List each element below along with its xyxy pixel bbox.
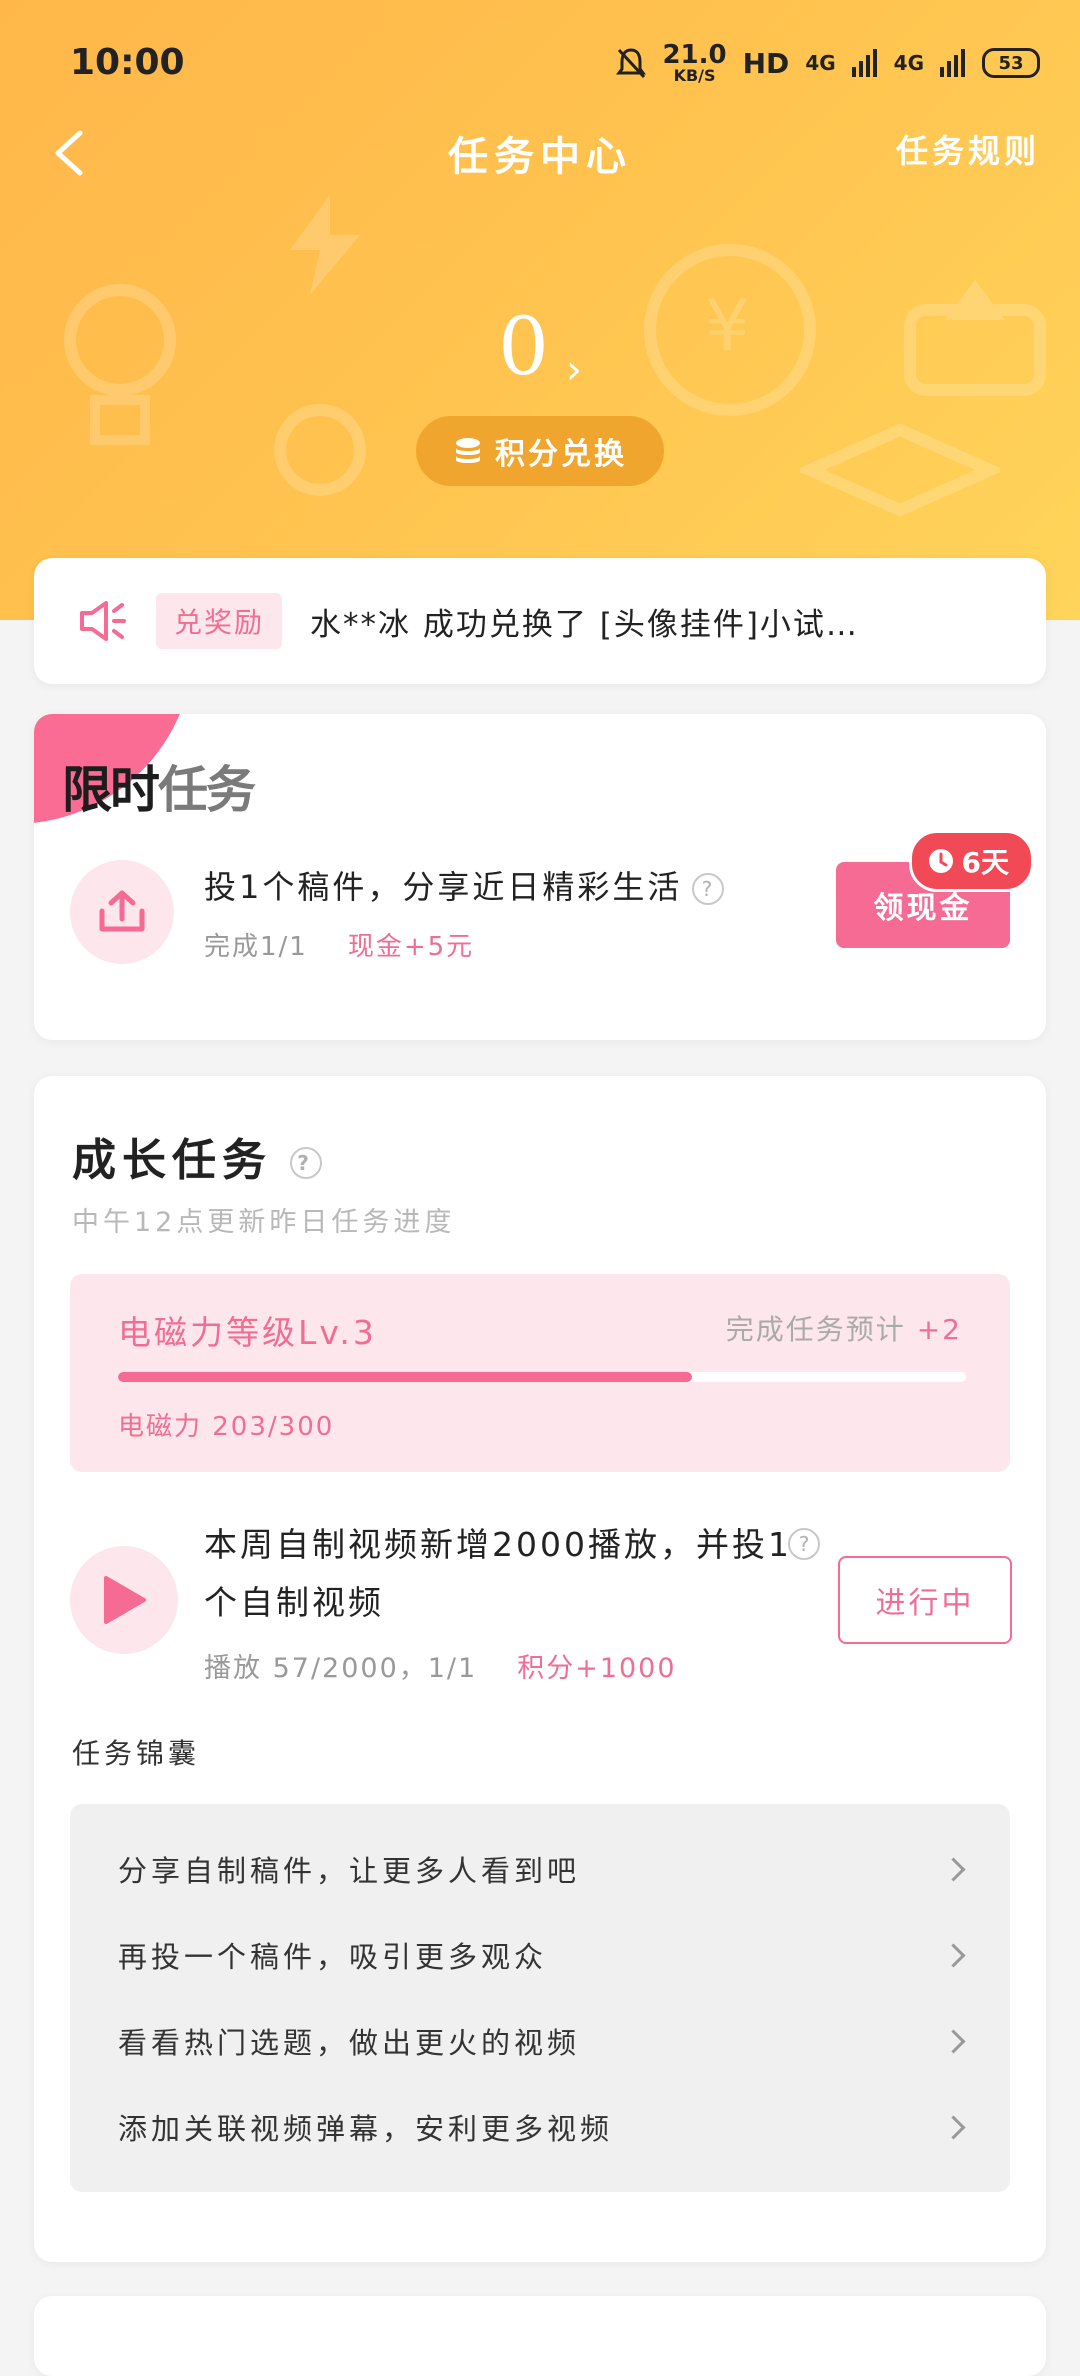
speaker-icon	[80, 601, 126, 641]
network-4g-2: 4G	[893, 51, 924, 75]
points-exchange-button[interactable]: 积分兑换	[416, 416, 664, 486]
days-remaining-badge: 6天	[908, 830, 1034, 892]
status-icons: 21.0 KB/S HD 4G 4G 53	[616, 42, 1040, 84]
clock-icon	[928, 849, 953, 873]
speed-value: 21.0	[662, 40, 727, 70]
tip-text: 添加关联视频弹幕，安利更多视频	[118, 2112, 614, 2146]
growth-task-progress: 播放 57/2000，1/1	[204, 1653, 478, 1684]
tip-item[interactable]: 再投一个稿件，吸引更多观众	[118, 1912, 966, 1998]
level-progress-bar	[118, 1372, 966, 1382]
play-task-icon	[70, 1546, 178, 1654]
estimate-label: 完成任务预计	[725, 1313, 906, 1346]
limited-title: 限时任务	[62, 750, 256, 822]
growth-task-meta: 播放 57/2000，1/1 积分+1000	[204, 1646, 677, 1685]
next-card-partial	[34, 2296, 1046, 2376]
nav-bar: 任务中心 任务规则	[0, 110, 1080, 200]
upload-task-icon	[70, 860, 174, 964]
graduation-cap-icon	[800, 423, 1000, 517]
play-icon	[104, 1576, 146, 1624]
days-text: 6天	[961, 846, 1009, 879]
notice-tag: 兑奖励	[156, 593, 283, 649]
signal-icon-2	[940, 49, 965, 77]
mute-bell-icon	[616, 48, 647, 79]
help-icon[interactable]: ?	[788, 1528, 820, 1560]
growth-task-reward: 积分+1000	[517, 1653, 677, 1684]
limited-task-progress: 完成1/1	[204, 932, 308, 962]
level-label: 电磁力等级Lv.3	[118, 1313, 377, 1352]
lightning-icon	[290, 195, 360, 295]
level-progress-fill	[118, 1372, 693, 1382]
limited-task-title-text: 投1个稿件，分享近日精彩生活	[204, 868, 683, 906]
limited-task-reward: 现金+5元	[347, 932, 475, 962]
tip-item[interactable]: 分享自制稿件，让更多人看到吧	[118, 1826, 966, 1912]
exchange-label: 积分兑换	[495, 437, 627, 472]
tip-item[interactable]: 添加关联视频弹幕，安利更多视频	[118, 2084, 966, 2170]
growth-task-title: 本周自制视频新增2000播放，并投1个自制视频	[204, 1525, 792, 1622]
tip-text: 看看热门选题，做出更火的视频	[118, 2026, 581, 2060]
chevron-right-icon: ›	[566, 346, 582, 393]
battery-indicator: 53	[982, 48, 1040, 78]
network-4g-1: 4G	[805, 51, 836, 75]
limited-title-b: 任务	[158, 761, 256, 819]
chevron-right-icon	[941, 2114, 966, 2140]
points-display[interactable]: 0 ›	[0, 300, 1080, 393]
upload-icon	[99, 890, 145, 932]
in-progress-button[interactable]: 进行中	[838, 1556, 1012, 1644]
tips-label: 任务锦囊	[72, 1737, 201, 1770]
network-speed: 21.0 KB/S	[662, 42, 726, 84]
tips-list: 分享自制稿件，让更多人看到吧 再投一个稿件，吸引更多观众 看看热门选题，做出更火…	[70, 1804, 1010, 2192]
limited-task-meta: 完成1/1 现金+5元	[204, 926, 474, 963]
chevron-right-icon	[941, 1856, 966, 1882]
speed-unit: KB/S	[673, 66, 716, 85]
notice-message: 水**冰 成功兑换了 [头像挂件]小试…	[310, 606, 859, 643]
tip-item[interactable]: 看看热门选题，做出更火的视频	[118, 1998, 966, 2084]
task-rules-link[interactable]: 任务规则	[896, 126, 1040, 172]
user-icon	[274, 404, 366, 496]
limited-title-a: 限时	[62, 761, 160, 819]
signal-icon	[851, 49, 877, 77]
help-icon[interactable]: ?	[692, 873, 725, 905]
chevron-right-icon	[941, 2028, 966, 2054]
growth-task-card: 成长任务? 中午12点更新昨日任务进度 电磁力等级Lv.3 完成任务预计 +2 …	[34, 1076, 1046, 2262]
growth-title-text: 成长任务	[72, 1135, 272, 1186]
estimate-value: +2	[916, 1313, 962, 1346]
notice-bar[interactable]: 兑奖励 水**冰 成功兑换了 [头像挂件]小试…	[34, 558, 1046, 684]
growth-title: 成长任务?	[72, 1124, 322, 1188]
hd-indicator: HD	[742, 46, 790, 80]
status-time: 10:00	[70, 42, 185, 83]
tip-text: 分享自制稿件，让更多人看到吧	[118, 1854, 581, 1888]
points-value: 0	[498, 300, 549, 393]
level-progress-text: 电磁力 203/300	[118, 1412, 335, 1442]
level-estimate: 完成任务预计 +2	[726, 1308, 962, 1348]
limited-time-task-card: 限时任务 投1个稿件，分享近日精彩生活? 完成1/1 现金+5元 领现金 6天	[34, 714, 1046, 1040]
tip-text: 再投一个稿件，吸引更多观众	[118, 1940, 548, 1974]
chevron-right-icon	[941, 1942, 966, 1968]
limited-task-title: 投1个稿件，分享近日精彩生活?	[204, 862, 725, 908]
help-icon[interactable]: ?	[290, 1147, 322, 1179]
coin-stack-icon	[456, 438, 480, 463]
level-panel: 电磁力等级Lv.3 完成任务预计 +2 电磁力 203/300	[70, 1274, 1010, 1472]
growth-subtitle: 中午12点更新昨日任务进度	[72, 1207, 456, 1238]
